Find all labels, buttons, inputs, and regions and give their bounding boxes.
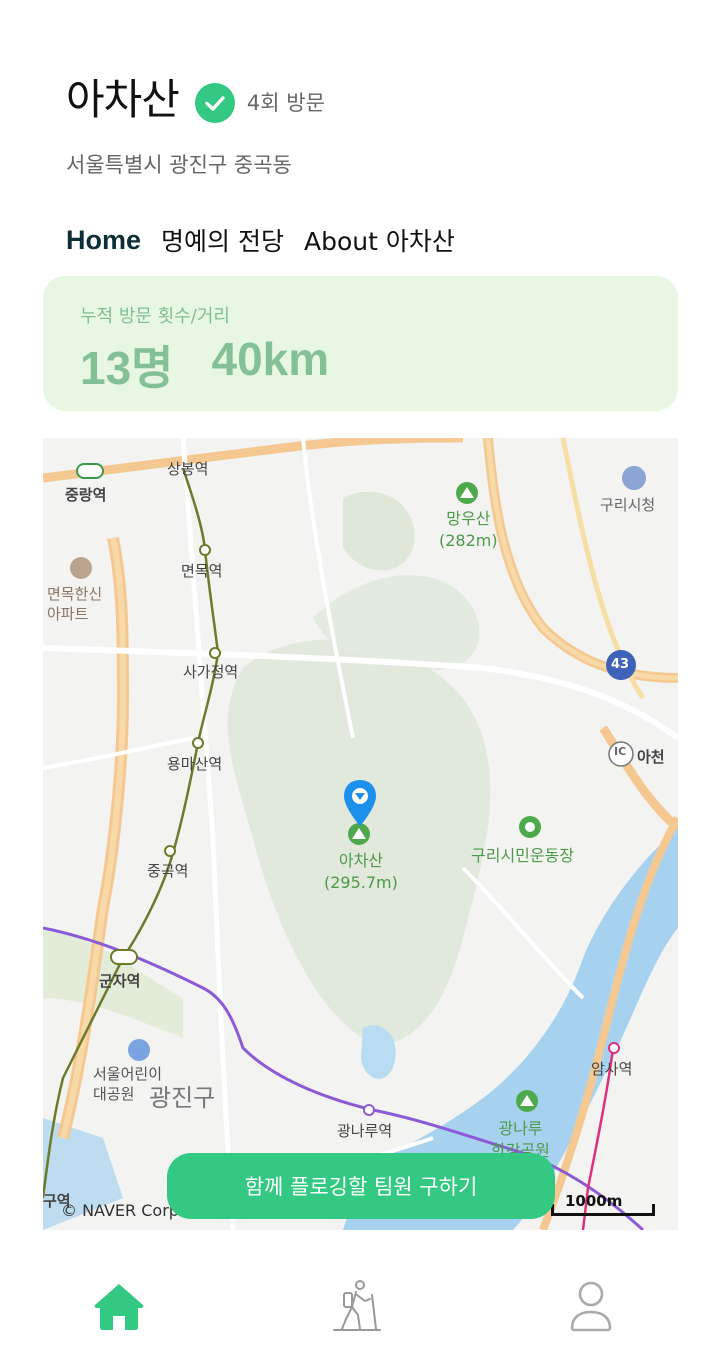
mountain-header: 아차산 4회 방문 서울특별시 광진구 중곡동 <box>66 66 325 179</box>
home-icon <box>94 1284 144 1330</box>
tab-about[interactable]: About 아차산 <box>304 222 455 258</box>
map-label-junggok: 중곡역 <box>147 862 189 880</box>
map-scale-bar <box>551 1204 655 1216</box>
map-label-guri-stadium: 구리시민운동장 <box>471 846 575 865</box>
map-label-sagajeong: 사가정역 <box>183 663 239 681</box>
verified-check-icon <box>194 82 235 123</box>
visit-count: 4회 방문 <box>246 90 325 115</box>
map-label-gwangjin: 광진구 <box>149 1084 216 1112</box>
nav-home-button[interactable] <box>89 1276 149 1336</box>
find-teammates-button[interactable]: 함께 플로깅할 팀원 구하기 <box>167 1153 555 1219</box>
stats-values: 13명 40km <box>80 332 678 398</box>
nav-hiking-button[interactable] <box>327 1276 387 1336</box>
map-label-guri-city: 구리시청 <box>600 496 656 514</box>
road-shield-43: 43 <box>611 657 630 672</box>
stats-card: 누적 방문 횟수/거리 13명 40km <box>43 276 678 411</box>
tab-hall-of-fame[interactable]: 명예의 전당 <box>161 222 284 258</box>
visitor-count: 13명 <box>80 342 174 394</box>
user-icon <box>570 1281 612 1332</box>
map-label-gunja: 군자역 <box>99 972 141 990</box>
map-label-yongmasan: 용마산역 <box>167 755 223 773</box>
tab-home[interactable]: Home <box>66 225 141 256</box>
map-label-myeonmok: 면목역 <box>181 562 223 580</box>
map-label-myeonmok-apt: 면목한신 아파트 <box>47 585 103 623</box>
mountain-address: 서울특별시 광진구 중곡동 <box>66 153 292 177</box>
map-label-amsa: 암사역 <box>591 1060 633 1078</box>
map-label-achasan: 아차산 (295.7m) <box>324 851 398 892</box>
tab-bar: Home 명예의 전당 About 아차산 <box>66 222 475 258</box>
nav-profile-button[interactable] <box>561 1276 621 1336</box>
map-label-mangu: 망우산 (282m) <box>439 509 498 550</box>
hiker-icon <box>333 1280 381 1331</box>
map-credit: © NAVER Corp. <box>61 1201 185 1220</box>
bottom-nav <box>0 1250 720 1354</box>
mountain-name: 아차산 <box>66 75 180 124</box>
map-view[interactable]: 상봉역 중랑역 면목역 면목한신 아파트 사가정역 용마산역 중곡역 군자역 서… <box>43 438 678 1230</box>
title-row: 아차산 4회 방문 <box>66 66 325 127</box>
map-label-sangbong: 상봉역 <box>167 460 209 478</box>
map-label-gwangnaru: 광나루역 <box>337 1122 393 1140</box>
map-background <box>43 438 678 1230</box>
map-label-jungnang: 중랑역 <box>65 486 107 504</box>
stats-label: 누적 방문 횟수/거리 <box>80 306 230 327</box>
map-label-ic: 아천 <box>637 748 665 766</box>
total-distance: 40km <box>211 333 330 385</box>
